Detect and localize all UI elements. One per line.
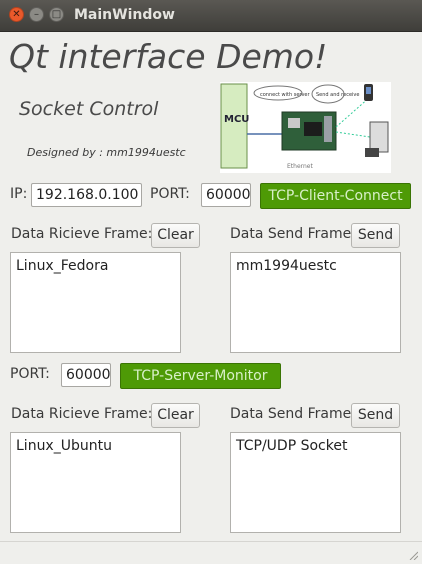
server-send-frame-label: Data Send Frame: [230, 406, 356, 422]
client-port-label: PORT: [150, 186, 190, 202]
diagram-bubble-connect: connect with server [260, 92, 310, 98]
diagram-bubble-send: Send and receive [316, 92, 359, 98]
maximize-icon[interactable]: □ [49, 7, 64, 22]
status-bar [0, 541, 422, 564]
server-receive-textarea[interactable]: Linux_Ubuntu [10, 432, 181, 533]
client-send-button[interactable]: Send [351, 223, 400, 248]
diagram-caption: Ethernet [287, 163, 313, 170]
ip-address-input[interactable]: 192.168.0.100 [31, 183, 142, 207]
tcp-client-connect-button[interactable]: TCP-Client-Connect [260, 183, 411, 209]
server-send-button[interactable]: Send [351, 403, 400, 428]
server-receive-frame-label: Data Ricieve Frame: [11, 406, 153, 422]
minimize-icon[interactable]: – [29, 7, 44, 22]
client-port-input[interactable]: 60000 [201, 183, 251, 207]
server-port-input[interactable]: 60000 [61, 363, 111, 387]
client-receive-textarea[interactable]: Linux_Fedora [10, 252, 181, 353]
client-clear-button[interactable]: Clear [151, 223, 200, 248]
close-icon[interactable]: ✕ [9, 7, 24, 22]
server-clear-button[interactable]: Clear [151, 403, 200, 428]
client-send-frame-label: Data Send Frame: [230, 226, 356, 242]
network-diagram-svg: MCU connect with server Send and receive… [220, 83, 389, 170]
ip-label: IP: [10, 186, 28, 202]
mcu-label: MCU [224, 114, 249, 125]
designed-by-label: Designed by : mm1994uestc [27, 146, 186, 159]
client-receive-frame-label: Data Ricieve Frame: [11, 226, 153, 242]
resize-grip-icon[interactable] [408, 550, 418, 560]
title-bar: ✕ – □ MainWindow [0, 0, 422, 32]
window-title: MainWindow [74, 7, 175, 23]
server-port-label: PORT: [10, 366, 50, 382]
network-diagram-image: MCU connect with server Send and receive… [220, 82, 391, 173]
page-title: Qt interface Demo! [9, 37, 328, 76]
server-send-textarea[interactable]: TCP/UDP Socket [230, 432, 401, 533]
tcp-server-monitor-button[interactable]: TCP-Server-Monitor [120, 363, 281, 389]
client-send-textarea[interactable]: mm1994uestc [230, 252, 401, 353]
section-subtitle: Socket Control [19, 98, 159, 120]
